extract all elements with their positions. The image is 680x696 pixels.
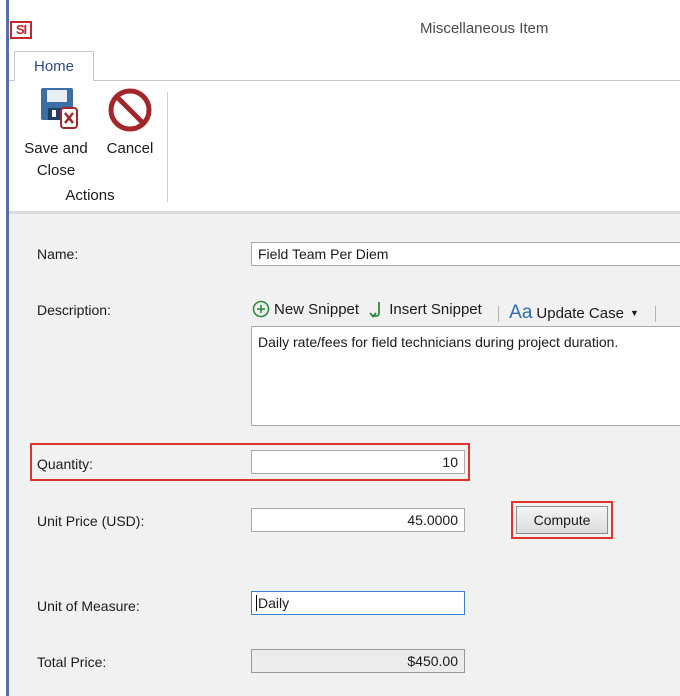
text-case-icon: Aa	[509, 302, 533, 323]
cancel-label: Cancel	[106, 140, 154, 157]
description-textarea[interactable]: Daily rate/fees for field technicians du…	[251, 326, 680, 426]
unit-price-input[interactable]: 45.0000	[251, 508, 465, 532]
description-toolbar: New Snippet Insert Snippet Aa Update Cas…	[252, 300, 662, 324]
plus-circle-icon	[252, 300, 270, 318]
total-price-field: $450.00	[251, 649, 465, 673]
text-cursor	[256, 595, 257, 611]
tab-home[interactable]: Home	[14, 51, 94, 81]
ribbon-group-label-actions: Actions	[65, 187, 115, 204]
new-snippet-button[interactable]: New Snippet	[252, 300, 359, 318]
quantity-label: Quantity:	[37, 456, 94, 472]
app-logo: SI	[10, 21, 32, 39]
unit-of-measure-input[interactable]: Daily	[251, 591, 465, 615]
save-close-icon	[41, 88, 78, 129]
unit-price-label: Unit Price (USD):	[37, 513, 145, 529]
window-title: Miscellaneous Item	[420, 20, 549, 37]
quantity-input[interactable]: 10	[251, 450, 465, 474]
update-case-button[interactable]: Aa Update Case ▼	[509, 302, 639, 324]
compute-button[interactable]: Compute	[516, 506, 608, 534]
unit-of-measure-label: Unit of Measure:	[37, 598, 140, 614]
dropdown-arrow-icon: ▼	[629, 308, 639, 318]
name-input[interactable]: Field Team Per Diem	[251, 242, 680, 266]
save-and-close-button[interactable]: Save and Close	[18, 86, 94, 182]
save-and-close-label-line2: Close	[36, 162, 76, 179]
toolbar-separator	[497, 306, 499, 323]
toolbar-separator-end	[655, 306, 657, 323]
name-label: Name:	[37, 246, 79, 262]
cancel-button[interactable]: Cancel	[100, 86, 160, 160]
update-case-label: Update Case	[536, 304, 624, 322]
new-snippet-label: New Snippet	[274, 300, 360, 318]
insert-arrow-icon	[369, 302, 381, 318]
insert-snippet-button[interactable]: Insert Snippet	[369, 300, 482, 318]
save-and-close-label-line1: Save and	[24, 140, 88, 157]
description-label: Description:	[37, 302, 111, 318]
insert-snippet-label: Insert Snippet	[389, 300, 482, 318]
cancel-icon	[108, 88, 152, 132]
total-price-label: Total Price:	[37, 654, 107, 670]
ribbon-group-separator	[167, 92, 168, 202]
